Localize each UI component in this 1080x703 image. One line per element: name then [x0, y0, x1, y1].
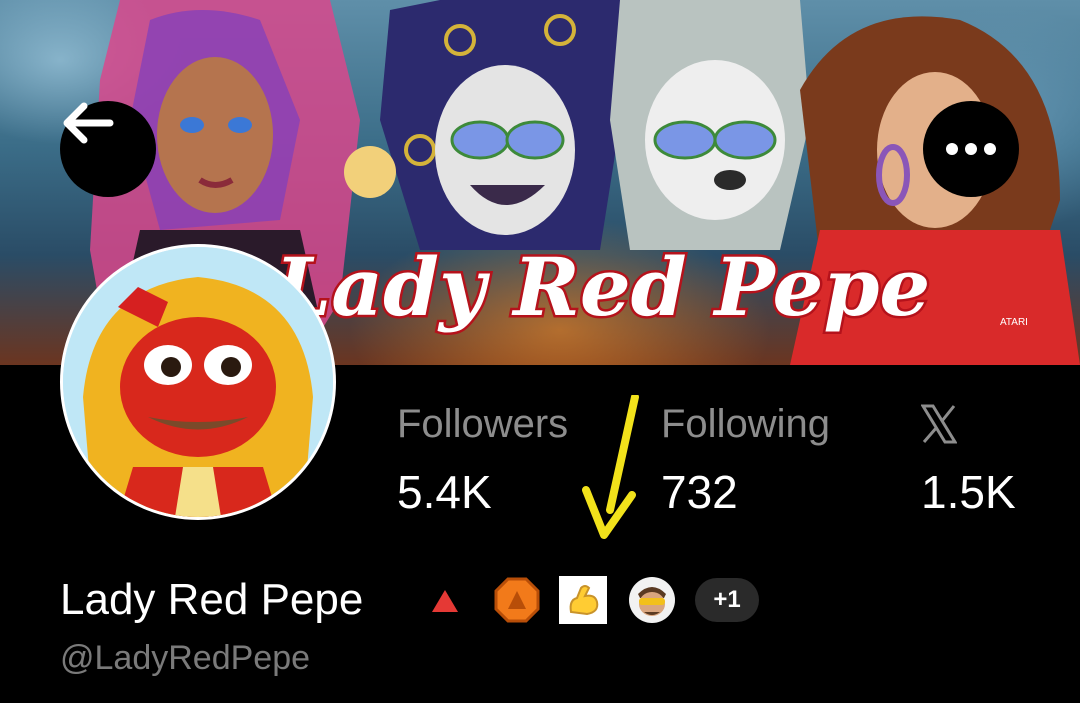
pepe-avatar-art	[63, 247, 333, 517]
ellipsis-icon	[946, 143, 996, 155]
following-label[interactable]: Following	[661, 400, 830, 448]
orange-octagon-badge-icon[interactable]	[494, 577, 540, 623]
banner-wolf-hooded	[380, 0, 630, 250]
profile-handle: @LadyRedPepe	[60, 639, 311, 677]
banner-wolf-grey	[610, 0, 810, 250]
banner-title-art: Lady Red Pepe	[273, 240, 930, 334]
biceps-glyph	[569, 585, 599, 616]
user-avatar-badge-icon[interactable]	[628, 576, 676, 624]
banner-shirt-text: ATARI	[1000, 317, 1028, 328]
arrow-left-icon	[63, 102, 114, 144]
flexed-biceps-emoji-icon[interactable]	[559, 576, 607, 624]
profile-avatar[interactable]	[60, 244, 336, 520]
followers-label[interactable]: Followers	[397, 400, 568, 448]
more-options-button[interactable]	[923, 101, 1019, 197]
following-count[interactable]: 732	[661, 466, 738, 518]
banner-coin	[344, 146, 396, 198]
x-logo-icon[interactable]	[921, 404, 957, 444]
more-badges-button[interactable]: +1	[695, 578, 759, 622]
profile-display-name: Lady Red Pepe	[60, 575, 364, 624]
x-followers-count[interactable]: 1.5K	[921, 466, 1016, 518]
followers-count[interactable]: 5.4K	[397, 466, 492, 518]
back-button[interactable]	[60, 101, 156, 197]
annotation-arrow	[582, 395, 639, 539]
red-triangle-icon[interactable]	[430, 588, 460, 614]
